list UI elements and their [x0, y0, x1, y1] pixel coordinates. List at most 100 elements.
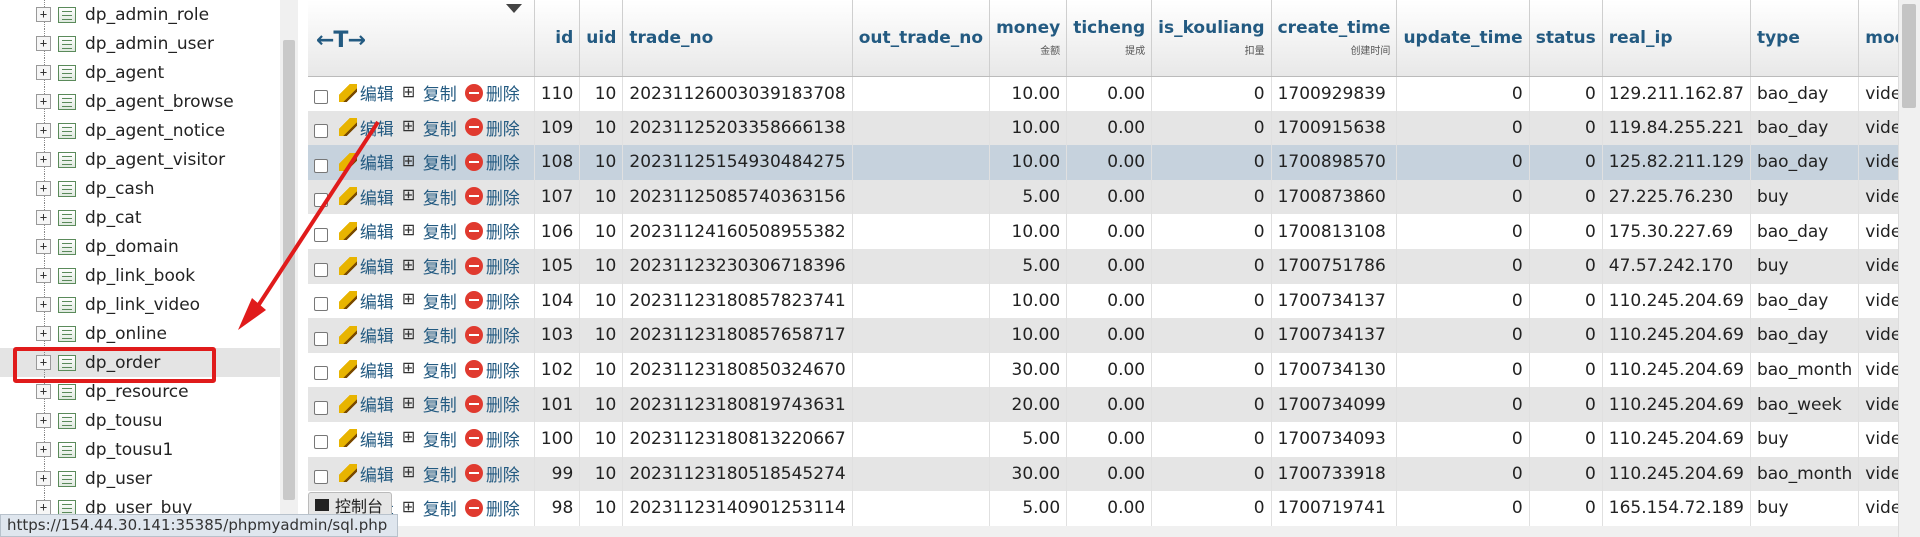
cell-id[interactable]: 106: [534, 214, 581, 249]
cell-update-time[interactable]: 0: [1396, 248, 1530, 284]
cell-uid[interactable]: 10: [579, 179, 624, 215]
cell-ticheng[interactable]: 0.00: [1066, 248, 1153, 284]
cell-type[interactable]: buy: [1750, 179, 1860, 215]
edit-link[interactable]: 编辑: [338, 426, 394, 451]
cell-update-time[interactable]: 0: [1396, 352, 1530, 388]
cell-model[interactable]: video: [1858, 352, 1898, 388]
cell-ticheng[interactable]: 0.00: [1066, 76, 1153, 111]
cell-id[interactable]: 98: [534, 491, 581, 526]
tree-item-label[interactable]: dp_link_video: [85, 295, 200, 315]
row-checkbox[interactable]: [314, 297, 328, 312]
column-title[interactable]: money: [996, 18, 1060, 38]
cell-id[interactable]: 100: [534, 421, 581, 457]
cell-status[interactable]: 0: [1529, 179, 1603, 215]
cell-uid[interactable]: 10: [579, 387, 624, 422]
cell-status[interactable]: 0: [1529, 214, 1603, 249]
column-title[interactable]: status: [1536, 28, 1596, 48]
cell-status[interactable]: 0: [1529, 283, 1603, 319]
cell-id[interactable]: 99: [534, 456, 581, 492]
row-checkbox[interactable]: [314, 227, 328, 242]
cell-type[interactable]: buy: [1750, 248, 1860, 284]
cell-create-time[interactable]: 1700734099: [1271, 387, 1398, 422]
cell-out-trade-no[interactable]: [852, 76, 991, 111]
row-checkbox[interactable]: [314, 435, 328, 450]
table-row[interactable]: 编辑 复制 删除 1061020231124160508955382 10.000.00…: [308, 214, 1898, 249]
cell-ticheng[interactable]: 0.00: [1066, 110, 1153, 146]
cell-model[interactable]: video: [1858, 179, 1898, 215]
cell-model[interactable]: video: [1858, 145, 1898, 180]
cell-model[interactable]: video: [1858, 318, 1898, 353]
delete-link[interactable]: 删除: [464, 357, 520, 382]
row-checkbox[interactable]: [314, 193, 328, 208]
column-header-model[interactable]: model: [1858, 0, 1898, 77]
table-row[interactable]: 编辑 复制 删除 1101020231126003039183708 10.000.00…: [308, 76, 1898, 111]
table-row[interactable]: 编辑 复制 删除 1011020231123180819743631 20.000.00…: [308, 387, 1898, 422]
cell-is-kouliang[interactable]: 0: [1151, 110, 1272, 146]
cell-money[interactable]: 5.00: [989, 421, 1068, 457]
tree-item-label[interactable]: dp_agent_visitor: [85, 150, 225, 170]
copy-link[interactable]: 复制: [402, 461, 457, 486]
cell-create-time[interactable]: 1700734137: [1271, 318, 1398, 353]
delete-link[interactable]: 删除: [464, 288, 520, 313]
expand-icon[interactable]: +: [36, 384, 51, 399]
tree-item-label[interactable]: dp_online: [85, 324, 167, 344]
expand-icon[interactable]: +: [36, 7, 51, 22]
cell-out-trade-no[interactable]: [852, 110, 991, 146]
column-header-trade-no[interactable]: trade_no: [622, 0, 853, 77]
cell-status[interactable]: 0: [1529, 352, 1603, 388]
cell-money[interactable]: 5.00: [989, 248, 1068, 284]
cell-uid[interactable]: 10: [579, 456, 624, 492]
cell-out-trade-no[interactable]: [852, 179, 991, 215]
cell-model[interactable]: video: [1858, 248, 1898, 284]
edit-link[interactable]: 编辑: [338, 322, 394, 347]
cell-create-time[interactable]: 1700733918: [1271, 456, 1398, 492]
cell-type[interactable]: bao_day: [1750, 318, 1860, 353]
cell-real-ip[interactable]: 125.82.211.129: [1602, 145, 1751, 180]
copy-link[interactable]: 复制: [402, 288, 457, 313]
copy-link[interactable]: 复制: [402, 149, 457, 175]
cell-money[interactable]: 10.00: [989, 76, 1068, 111]
cell-trade-no[interactable]: 20231123180813220667: [622, 421, 853, 457]
cell-update-time[interactable]: 0: [1396, 456, 1530, 492]
row-checkbox[interactable]: [314, 262, 328, 277]
cell-ticheng[interactable]: 0.00: [1066, 456, 1153, 492]
column-header-type[interactable]: type: [1750, 0, 1860, 77]
cell-money[interactable]: 10.00: [989, 145, 1068, 180]
cell-id[interactable]: 108: [534, 145, 581, 180]
tree-item-label[interactable]: dp_tousu: [85, 411, 163, 431]
copy-link[interactable]: 复制: [402, 253, 457, 279]
cell-trade-no[interactable]: 20231123180857658717: [622, 318, 853, 353]
caret-down-icon[interactable]: [505, 4, 522, 13]
cell-create-time[interactable]: 1700813108: [1271, 214, 1398, 249]
cell-create-time[interactable]: 1700734130: [1271, 352, 1398, 388]
expand-icon[interactable]: +: [36, 210, 51, 225]
cell-type[interactable]: bao_week: [1750, 387, 1860, 422]
expand-icon[interactable]: +: [36, 239, 51, 254]
tree-item-label[interactable]: dp_link_book: [85, 266, 195, 286]
cell-real-ip[interactable]: 119.84.255.221: [1602, 110, 1751, 146]
cell-id[interactable]: 110: [534, 76, 581, 111]
column-title[interactable]: ticheng: [1073, 18, 1145, 38]
horizontal-scrollbar[interactable]: [370, 526, 1898, 537]
copy-link[interactable]: 复制: [402, 80, 457, 106]
column-header-out-trade-no[interactable]: out_trade_no: [852, 0, 991, 77]
cell-real-ip[interactable]: 47.57.242.170: [1602, 248, 1751, 284]
cell-real-ip[interactable]: 175.30.227.69: [1602, 214, 1751, 249]
column-header-uid[interactable]: uid: [579, 0, 624, 77]
cell-trade-no[interactable]: 20231123230306718396: [622, 248, 853, 284]
tree-item-label[interactable]: dp_admin_role: [85, 5, 209, 25]
cell-type[interactable]: bao_day: [1750, 145, 1860, 180]
copy-link[interactable]: 复制: [402, 391, 457, 417]
delete-link[interactable]: 删除: [464, 115, 520, 140]
cell-status[interactable]: 0: [1529, 248, 1603, 284]
cell-type[interactable]: bao_month: [1750, 352, 1860, 388]
cell-money[interactable]: 20.00: [989, 387, 1068, 422]
tree-item-dp-cash[interactable]: + dp_cash: [0, 174, 280, 203]
cell-is-kouliang[interactable]: 0: [1151, 456, 1272, 492]
copy-link[interactable]: 复制: [402, 322, 457, 348]
tree-item-dp-domain[interactable]: + dp_domain: [0, 232, 280, 261]
copy-link[interactable]: 复制: [402, 218, 457, 244]
cell-id[interactable]: 104: [534, 283, 581, 319]
cell-is-kouliang[interactable]: 0: [1151, 318, 1272, 353]
cell-out-trade-no[interactable]: [852, 352, 991, 388]
